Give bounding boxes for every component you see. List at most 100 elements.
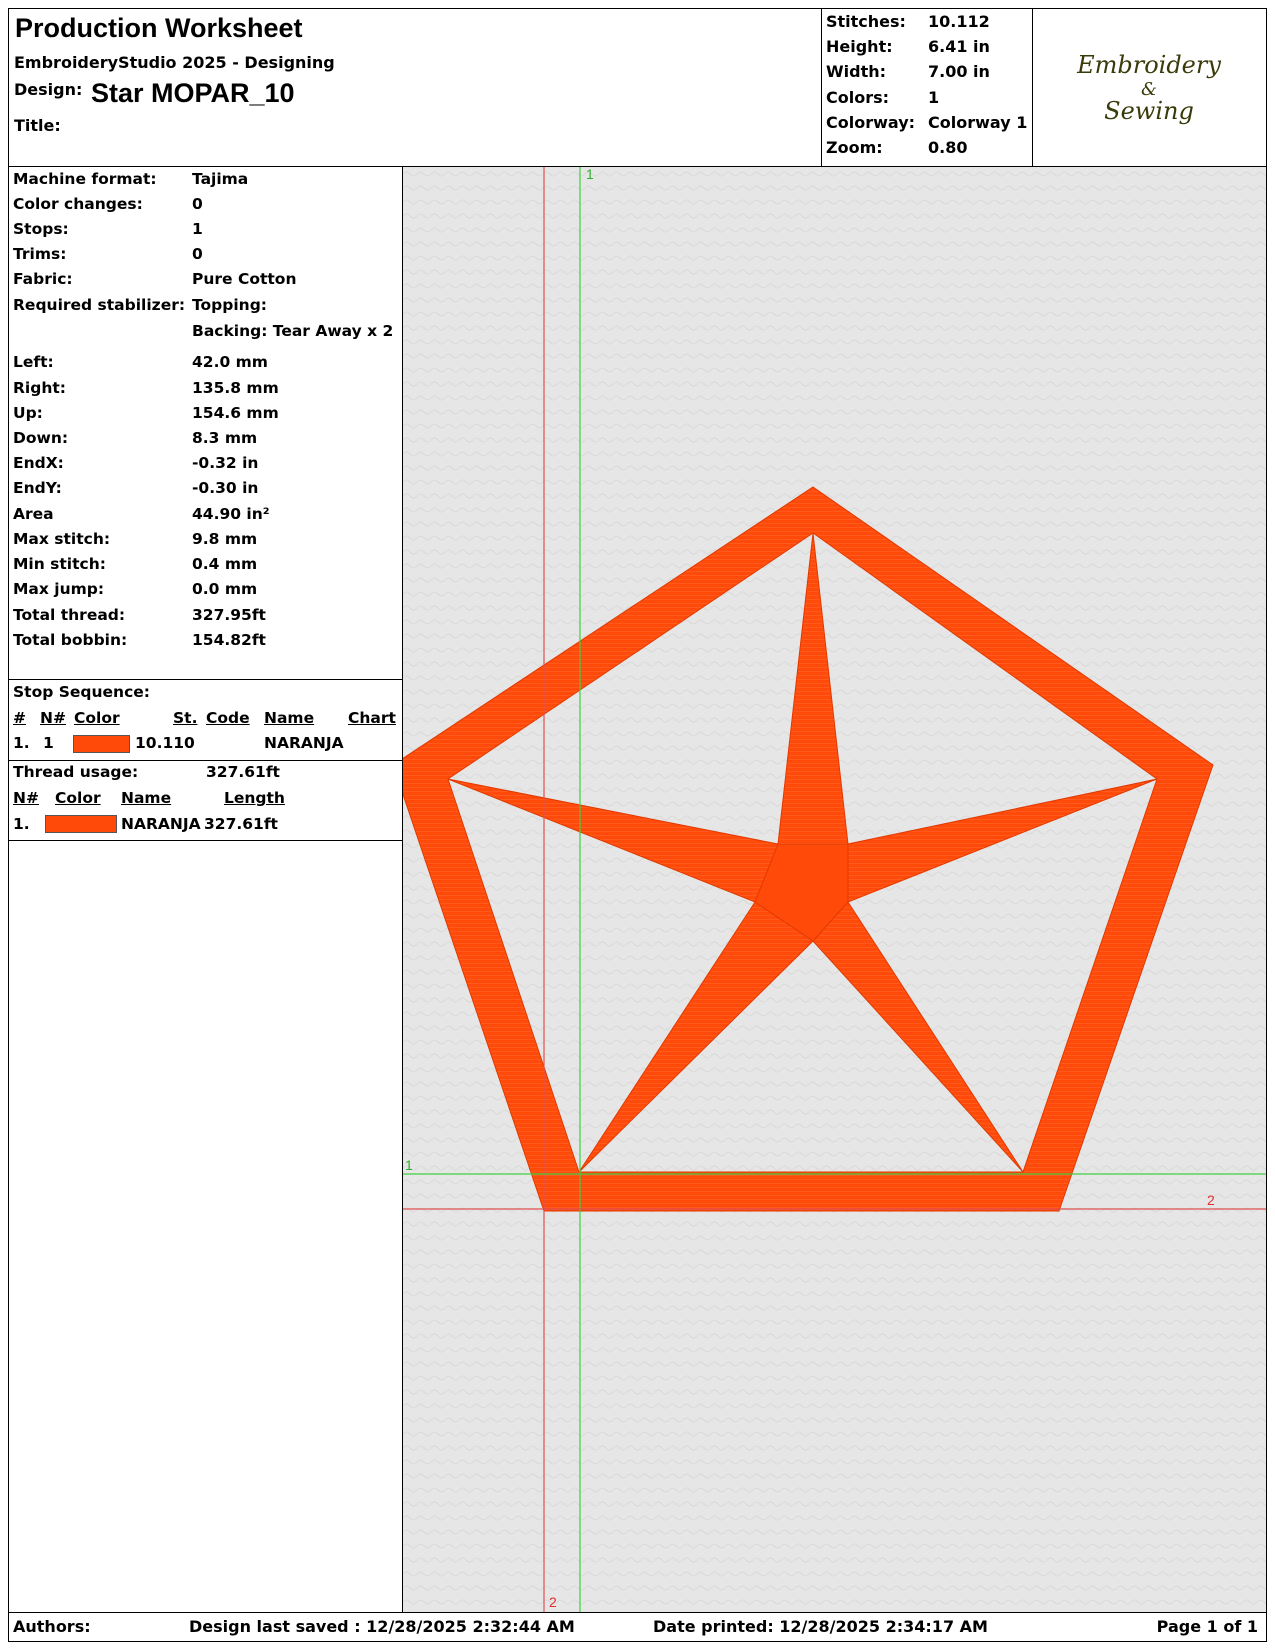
footer-date-printed: Date printed: 12/28/2025 2:34:17 AM bbox=[653, 1617, 988, 1636]
property-row: Left: 42.0 mm bbox=[13, 353, 268, 371]
design-canvas: 1 1 2 2 bbox=[403, 167, 1267, 1613]
stat-zoom: Zoom: 0.80 bbox=[826, 138, 968, 157]
property-row: Up: 154.6 mm bbox=[13, 404, 279, 422]
ss-header-color: Color bbox=[74, 709, 120, 727]
property-value: 154.6 mm bbox=[192, 404, 279, 422]
property-value: 327.95ft bbox=[192, 606, 266, 624]
color-swatch bbox=[45, 815, 117, 833]
title-label: Title: bbox=[14, 116, 61, 135]
property-label: Min stitch: bbox=[13, 555, 106, 573]
guide-label-green-v: 1 bbox=[586, 167, 594, 182]
embroidery-sewing-logo: Embroidery & Sewing bbox=[1033, 9, 1266, 166]
property-label: Trims: bbox=[13, 245, 67, 263]
property-label: Left: bbox=[13, 353, 54, 371]
stat-colors: Colors: 1 bbox=[826, 88, 940, 107]
property-value: -0.32 in bbox=[192, 454, 259, 472]
property-value: 44.90 in² bbox=[192, 505, 270, 523]
property-label: EndY: bbox=[13, 479, 62, 497]
ss-header-n: N# bbox=[40, 709, 66, 727]
property-row: Min stitch: 0.4 mm bbox=[13, 555, 257, 573]
property-label: Area bbox=[13, 505, 54, 523]
property-value: Backing: Tear Away x 2 bbox=[192, 322, 394, 340]
footer-page-number: Page 1 of 1 bbox=[1156, 1617, 1258, 1636]
property-row: Stops: 1 bbox=[13, 220, 203, 238]
thread-usage-label: Thread usage: bbox=[13, 763, 139, 781]
property-label: Total thread: bbox=[13, 606, 126, 624]
stat-colorway: Colorway: Colorway 1 bbox=[826, 113, 1028, 132]
guide-label-red-v: 2 bbox=[549, 1594, 557, 1610]
footer-last-saved: Design last saved : 12/28/2025 2:32:44 A… bbox=[189, 1617, 575, 1636]
property-label: Max jump: bbox=[13, 580, 105, 598]
property-row: Right: 135.8 mm bbox=[13, 379, 279, 397]
stat-height: Height: 6.41 in bbox=[826, 37, 990, 56]
property-label: Right: bbox=[13, 379, 66, 397]
property-label: Required stabilizer: bbox=[13, 296, 186, 314]
property-row: Machine format: Tajima bbox=[13, 170, 248, 188]
property-label: EndX: bbox=[13, 454, 64, 472]
design-stats-panel: Stitches: 10.112 Height: 6.41 in Width: 7.0… bbox=[821, 8, 1033, 167]
property-row: Required stabilizer: Topping: bbox=[13, 296, 267, 314]
footer-bar: Authors: Design last saved : 12/28/2025 … bbox=[8, 1612, 1267, 1642]
ss-header-chart: Chart bbox=[348, 709, 396, 727]
logo-line-1: Embroidery bbox=[1076, 51, 1221, 79]
property-row: EndY: -0.30 in bbox=[13, 479, 258, 497]
property-value: 9.8 mm bbox=[192, 530, 258, 548]
property-value: 0 bbox=[192, 245, 203, 263]
property-row: Down: 8.3 mm bbox=[13, 429, 257, 447]
property-value: 154.82ft bbox=[192, 631, 266, 649]
software-name: EmbroideryStudio 2025 - Designing bbox=[14, 53, 335, 72]
ss-header-num: # bbox=[13, 709, 26, 727]
property-value: Pure Cotton bbox=[192, 270, 297, 288]
page-title: Production Worksheet bbox=[15, 13, 303, 43]
property-row: Area 44.90 in² bbox=[13, 505, 270, 523]
property-row: Max jump: 0.0 mm bbox=[13, 580, 257, 598]
footer-authors: Authors: bbox=[13, 1617, 91, 1636]
logo-line-3: Sewing bbox=[1104, 97, 1194, 125]
property-label: Machine format: bbox=[13, 170, 157, 188]
tu-header-n: N# bbox=[13, 789, 39, 807]
property-value: Topping: bbox=[192, 296, 267, 314]
ss-header-code: Code bbox=[206, 709, 250, 727]
stop-sequence-title: Stop Sequence: bbox=[13, 683, 150, 701]
property-label: Up: bbox=[13, 404, 43, 422]
property-row: Max stitch: 9.8 mm bbox=[13, 530, 257, 548]
properties-panel: Machine format: Tajima Color changes: 0 Stop… bbox=[8, 167, 404, 1613]
property-value: 0.4 mm bbox=[192, 555, 258, 573]
stat-stitches: Stitches: 10.112 bbox=[826, 12, 990, 31]
stat-width: Width: 7.00 in bbox=[826, 62, 990, 81]
tu-header-color: Color bbox=[55, 789, 101, 807]
property-row: Total thread: 327.95ft bbox=[13, 606, 266, 624]
property-label: Stops: bbox=[13, 220, 69, 238]
property-value: 0 bbox=[192, 195, 203, 213]
property-value: Tajima bbox=[192, 170, 249, 188]
property-value: -0.30 in bbox=[192, 479, 259, 497]
property-row: Color changes: 0 bbox=[13, 195, 203, 213]
property-value: 0.0 mm bbox=[192, 580, 258, 598]
property-row: Total bobbin: 154.82ft bbox=[13, 631, 266, 649]
design-name: Star MOPAR_10 bbox=[91, 78, 295, 108]
ss-header-name: Name bbox=[264, 709, 315, 727]
ss-header-st: St. bbox=[173, 709, 198, 727]
property-label: Down: bbox=[13, 429, 69, 447]
property-row: Fabric: Pure Cotton bbox=[13, 270, 296, 288]
property-label: Total bobbin: bbox=[13, 631, 128, 649]
header-panel: Production Worksheet EmbroideryStudio 20… bbox=[8, 8, 822, 167]
tu-header-name: Name bbox=[121, 789, 172, 807]
property-value: 8.3 mm bbox=[192, 429, 258, 447]
guide-label-green-h: 1 bbox=[405, 1157, 413, 1173]
property-label: Fabric: bbox=[13, 270, 73, 288]
property-label: Color changes: bbox=[13, 195, 143, 213]
color-swatch bbox=[73, 735, 130, 753]
tu-header-length: Length bbox=[224, 789, 285, 807]
property-value: 135.8 mm bbox=[192, 379, 279, 397]
guide-label-red-h: 2 bbox=[1207, 1192, 1215, 1208]
property-label: Max stitch: bbox=[13, 530, 111, 548]
thread-usage-value: 327.61ft bbox=[206, 763, 280, 781]
property-row: Trims: 0 bbox=[13, 245, 203, 263]
property-row: EndX: -0.32 in bbox=[13, 454, 258, 472]
property-value: 1 bbox=[192, 220, 203, 238]
design-label: Design: bbox=[14, 80, 83, 99]
design-preview: 1 1 2 2 bbox=[403, 167, 1266, 1613]
property-value: 42.0 mm bbox=[192, 353, 268, 371]
logo-box: Embroidery & Sewing bbox=[1032, 8, 1267, 167]
